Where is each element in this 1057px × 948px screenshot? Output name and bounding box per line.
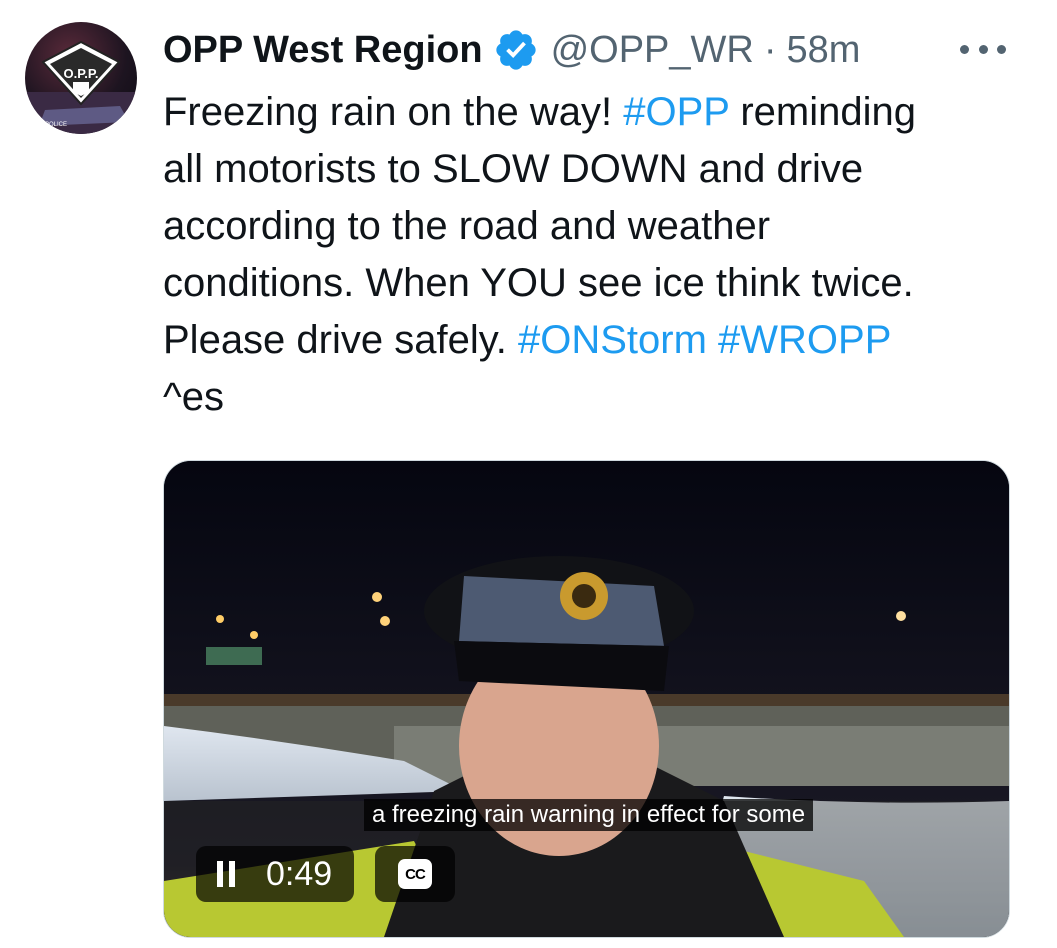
tweet-text: Freezing rain on the way! #OPP reminding…: [163, 84, 1043, 426]
timestamp[interactable]: 58m: [787, 29, 861, 72]
video-player[interactable]: a freezing rain warning in effect for so…: [163, 460, 1010, 938]
tweet-text-segment: Please drive safely.: [163, 318, 518, 362]
opp-logo-avatar: O.P.P. POLICE: [25, 40, 137, 134]
tweet-text-segment: reminding: [729, 90, 916, 134]
tweet-text-space: [707, 318, 718, 362]
closed-captions-icon: CC: [398, 859, 432, 889]
tweet-text-segment: Freezing rain on the way!: [163, 90, 624, 134]
elapsed-time: 0:49: [266, 854, 333, 893]
display-name[interactable]: OPP West Region: [163, 29, 483, 72]
tweet-line-6: ^es: [163, 375, 225, 419]
hashtag-opp[interactable]: #OPP: [623, 90, 729, 134]
player-controls: 0:49: [196, 846, 354, 902]
pause-icon[interactable]: [206, 846, 246, 902]
verified-badge-icon[interactable]: [493, 27, 539, 73]
avatar-car-text: POLICE: [45, 122, 67, 128]
separator-dot: ·: [763, 28, 777, 71]
video-caption: a freezing rain warning in effect for so…: [364, 799, 814, 831]
tweet-line-4: conditions. When YOU see ice think twice…: [163, 261, 914, 305]
tweet-line-5: Please drive safely. #ONStorm #WROPP: [163, 312, 1043, 369]
tweet-line-3: according to the road and weather: [163, 204, 771, 248]
closed-captions-button[interactable]: CC: [375, 846, 455, 902]
avatar-logo-text: O.P.P.: [64, 66, 99, 81]
avatar[interactable]: O.P.P. POLICE: [25, 22, 137, 134]
tweet-line-2: all motorists to SLOW DOWN and drive: [163, 147, 864, 191]
tweet-line-1: Freezing rain on the way! #OPP reminding: [163, 84, 1043, 141]
user-handle[interactable]: @OPP_WR: [551, 29, 754, 72]
hashtag-wropp[interactable]: #WROPP: [718, 318, 891, 362]
tweet-header: OPP West Region @OPP_WR · 58m: [163, 22, 860, 78]
hashtag-onstorm[interactable]: #ONStorm: [518, 318, 707, 362]
more-dots-icon[interactable]: [960, 34, 1006, 64]
